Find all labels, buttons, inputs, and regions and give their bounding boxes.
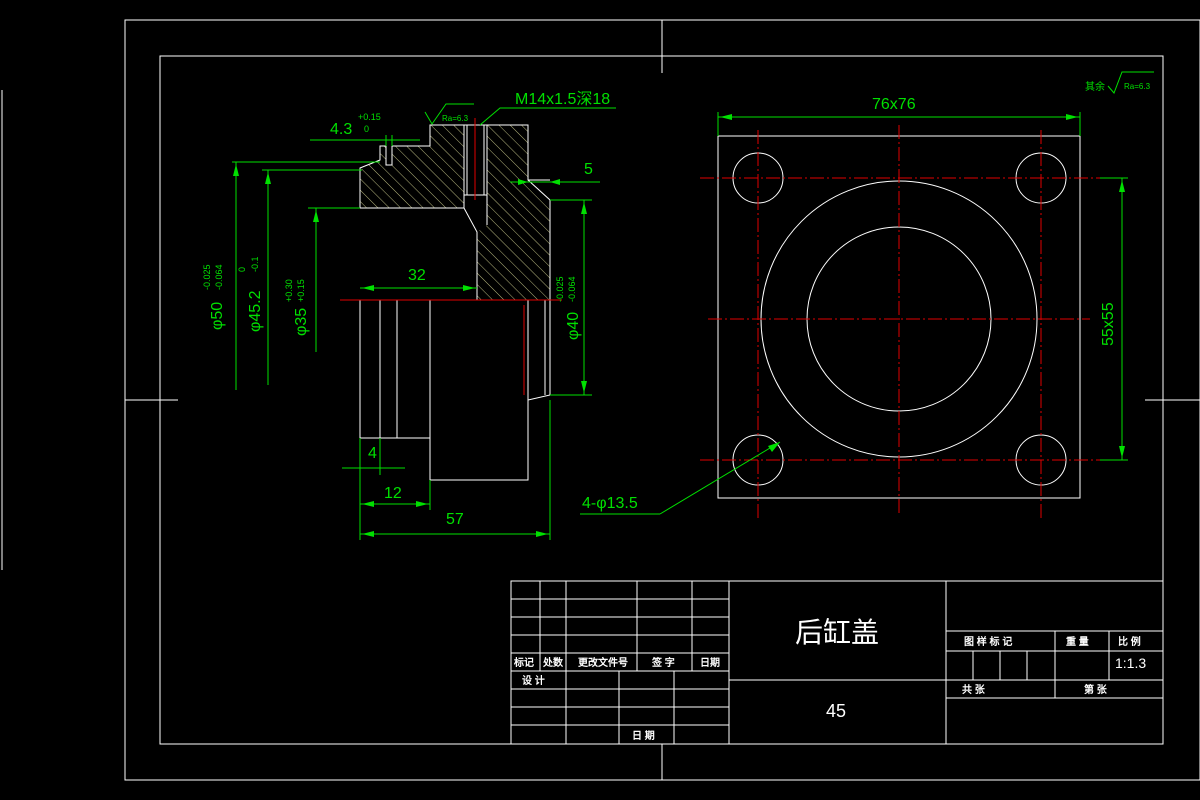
dim-4-3: 4.3 (330, 121, 352, 138)
rev-header-doc: 更改文件号 (578, 656, 628, 669)
dim-4-3-tol-lower: 0 (364, 124, 369, 134)
part-name: 后缸盖 (795, 617, 879, 648)
dim-phi50-tol-lower: -0.064 (214, 264, 224, 290)
rev-header-date: 日期 (700, 656, 720, 669)
dim-55x55: 55x55 (1100, 302, 1117, 346)
front-view (700, 125, 1100, 520)
dim-phi50-tol-upper: -0.025 (202, 264, 212, 290)
roughness-general: Ra=6.3 (1124, 82, 1151, 91)
dim-57: 57 (446, 511, 464, 528)
dim-phi35: φ35 (293, 308, 310, 336)
design-label: 设 计 (522, 674, 545, 687)
section-view (340, 118, 562, 481)
dim-phi40: φ40 (565, 312, 582, 340)
dim-4: 4 (368, 445, 377, 462)
dim-phi45-2-tol-upper: 0 (237, 267, 247, 272)
rev-header-sign: 签 字 (651, 656, 675, 669)
sheet-number: 第 张 (1084, 683, 1108, 696)
title-block: 标记 处数 更改文件号 签 字 日期 设 计 日 期 后缸盖 45 图 样 标 … (510, 580, 1164, 745)
total-sheets: 共 张 (962, 683, 986, 696)
hatch-upper-flange (360, 125, 464, 208)
roughness-top: Ra=6.3 (442, 114, 469, 123)
dim-phi45-2-tol-lower: -0.1 (250, 256, 260, 272)
dim-5: 5 (584, 161, 593, 178)
dim-32: 32 (408, 267, 426, 284)
hatch-shoulder (477, 125, 550, 300)
dim-4-3-tol-upper: +0.15 (358, 112, 381, 122)
hdr-drawing-mark: 图 样 标 记 (964, 635, 1012, 648)
dim-holes: 4-φ13.5 (582, 495, 638, 512)
dim-phi50: φ50 (209, 302, 226, 330)
hdr-scale: 比 例 (1118, 635, 1141, 648)
engineering-drawing: M14x1.5深18 Ra=6.3 4.3 +0.15 0 5 φ50 -0.0… (1, 19, 1200, 781)
rev-header-mark: 标记 (513, 656, 534, 669)
material: 45 (826, 701, 846, 721)
dim-phi35-tol-upper: +0.30 (284, 279, 294, 302)
hdr-weight: 重 量 (1066, 635, 1089, 648)
scale-value: 1:1.3 (1115, 655, 1146, 671)
dim-phi45-2: φ45.2 (247, 290, 264, 332)
date-label: 日 期 (632, 729, 655, 742)
rev-header-count: 处数 (542, 656, 564, 669)
front-dimensions: 76x76 55x55 4-φ13.5 其余 Ra=6.3 (580, 71, 1154, 515)
dim-phi35-tol-lower: +0.15 (296, 279, 306, 302)
dim-phi40-tol-lower: -0.064 (567, 276, 577, 302)
dim-12: 12 (384, 485, 402, 502)
thread-label: M14x1.5深18 (515, 90, 610, 108)
dim-phi40-tol-upper: -0.025 (555, 276, 565, 302)
dim-76x76: 76x76 (872, 96, 916, 113)
roughness-general-prefix: 其余 (1085, 80, 1105, 93)
